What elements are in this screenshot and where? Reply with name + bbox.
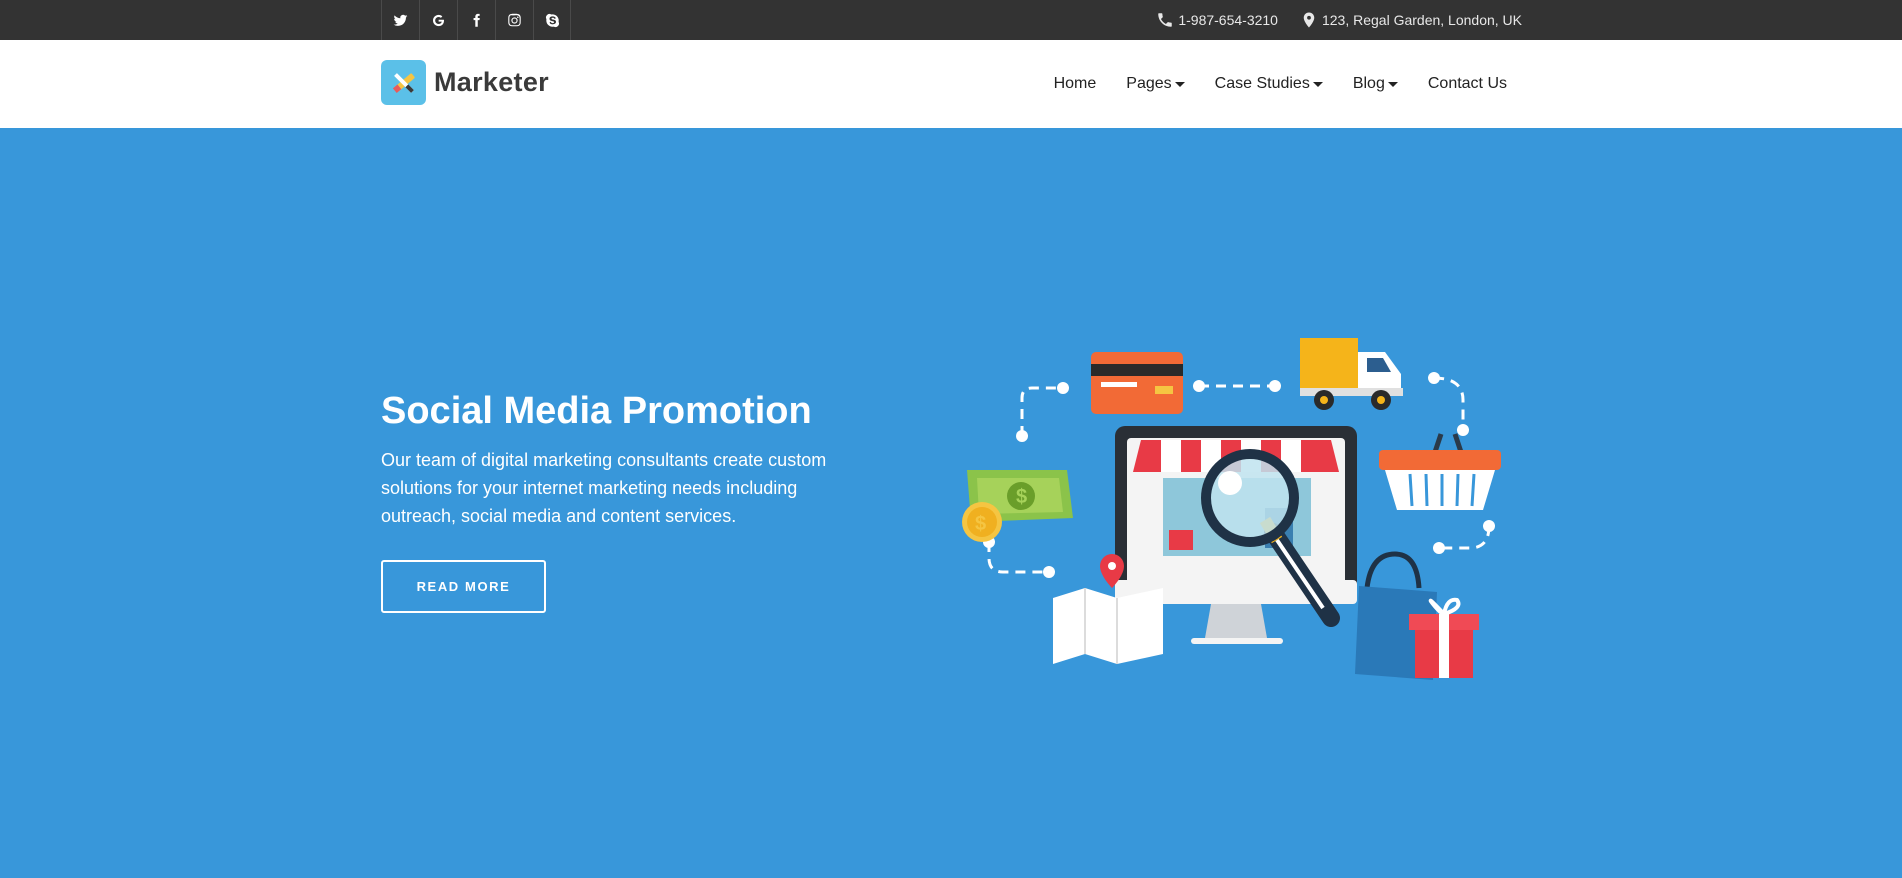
google-icon[interactable] [419,0,457,40]
logo-text: Marketer [434,67,549,97]
logo[interactable]: Marketer [381,60,549,105]
caret-down-icon [1174,82,1185,87]
nav-blog-label: Blog [1352,75,1385,92]
money-icon: $ $ [962,470,1073,542]
social-links [381,0,571,40]
hero-description: Our team of digital marketing consultant… [381,450,827,526]
delivery-truck-icon [1300,338,1403,410]
read-more-button[interactable]: READ MORE [381,560,546,613]
top-bar: 1-987-654-3210 123, Regal Garden, London… [0,0,1902,40]
nav-case-studies[interactable]: Case Studies [1215,75,1323,93]
nav-home[interactable]: Home [1054,75,1097,93]
skype-icon[interactable] [533,0,571,40]
twitter-icon[interactable] [381,0,419,40]
phone-number: 1-987-654-3210 [1178,12,1278,28]
nav-contact-us[interactable]: Contact Us [1428,75,1507,93]
nav-home-label: Home [1053,75,1097,92]
instagram-icon[interactable] [495,0,533,40]
caret-down-icon [1312,82,1323,87]
main-nav: Home Pages Case Studies Blog Contact Us [1054,40,1507,128]
phone-info: 1-987-654-3210 [1156,10,1278,30]
contact-info: 1-987-654-3210 123, Regal Garden, London… [1156,0,1522,40]
map-pin-icon [1303,12,1315,28]
hero-title: Social Media Promotion [381,390,812,432]
phone-icon [1158,13,1173,27]
caret-down-icon [1387,82,1398,87]
nav-blog[interactable]: Blog [1353,75,1398,93]
shopping-basket-icon [1379,433,1501,510]
nav-pages[interactable]: Pages [1126,75,1185,93]
nav-case-studies-label: Case Studies [1214,75,1310,92]
svg-text:$: $ [975,513,986,535]
svg-text:$: $ [1016,486,1027,508]
hero-section: Social Media Promotion Our team of digit… [0,128,1902,878]
nav-pages-label: Pages [1126,75,1172,92]
main-header: Marketer Home Pages Case Studies Blog Co… [0,40,1902,128]
address-info: 123, Regal Garden, London, UK [1300,10,1522,30]
logo-pencil-icon [381,60,426,105]
credit-card-icon [1091,352,1183,414]
ecommerce-illustration: $ $ [962,338,1501,680]
facebook-icon[interactable] [457,0,495,40]
address-text: 123, Regal Garden, London, UK [1321,12,1522,28]
nav-contact-us-label: Contact Us [1427,75,1507,92]
